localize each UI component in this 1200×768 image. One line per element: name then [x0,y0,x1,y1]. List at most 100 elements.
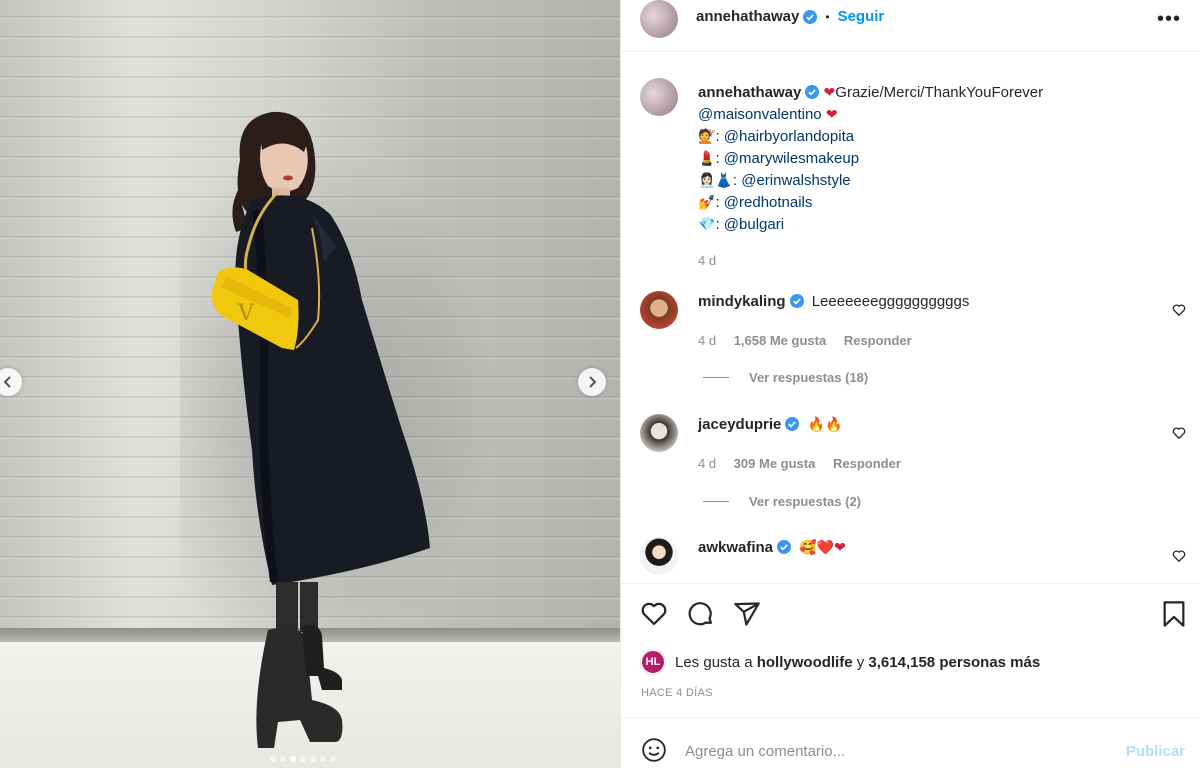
commenter-avatar[interactable] [640,537,678,575]
mention-link[interactable]: @redhotnails [724,194,813,211]
replies-dash [703,377,729,378]
liker-username[interactable]: hollywoodlife [757,654,853,671]
reply-button[interactable]: Responder [833,456,901,471]
header-user-row: annehathaway • Seguir [696,8,884,25]
caption-author-avatar[interactable] [640,78,678,116]
comment-time: 4 d [698,456,717,471]
caption-line: 💇: @hairbyorlandopita [698,126,1043,148]
caption-message: Grazie/Merci/ThankYouForever [835,84,1044,101]
separator-dot: • [825,9,830,24]
verified-badge-icon [789,294,804,308]
carousel-dot [300,756,306,762]
post-header: annehathaway • Seguir ••• [621,0,1200,52]
svg-text:V: V [237,301,255,326]
caption-author-username[interactable]: annehathaway [698,84,801,101]
save-bookmark-icon[interactable] [1161,600,1187,628]
view-replies-label: Ver respuestas (2) [749,494,862,509]
lipstick-emoji: 💄 [698,151,716,167]
add-comment-bar: Publicar [621,718,1200,768]
heart-emoji: ❤ [825,107,838,123]
likes-middle: y [856,653,865,671]
caption-line: 💄: @marywilesmakeup [698,148,1043,170]
mention-link[interactable]: @marywilesmakeup [724,150,859,167]
like-comment-icon[interactable] [1172,549,1186,563]
stylist-emoji: 👩🏻‍💼👗 [698,173,733,189]
verified-badge-icon [803,9,818,24]
author-username[interactable]: annehathaway [696,8,799,25]
follow-button[interactable]: Seguir [838,8,885,25]
more-options-button[interactable]: ••• [1157,8,1181,31]
replies-dash [703,501,729,502]
author-avatar[interactable] [640,0,678,38]
haircut-emoji: 💇 [698,129,716,145]
nail-polish-emoji: 💅 [698,195,716,211]
caption-first-line: annehathaway ❤Grazie/Merci/ThankYouForev… [698,82,1043,104]
emoji-smile-icon[interactable] [641,737,667,763]
comment-likes[interactable]: 309 Me gusta [734,456,816,471]
view-replies-label: Ver respuestas (18) [749,370,869,385]
caption-line-sep: : [715,128,724,145]
commenter-username[interactable]: mindykaling [698,293,786,310]
carousel-dot [270,756,276,762]
commenter-avatar[interactable] [640,291,678,329]
publish-button[interactable]: Publicar [1126,743,1185,760]
caption-time: 4 d [698,253,717,268]
heart-emoji: ❤ [823,85,836,101]
verified-badge-icon [805,85,820,99]
post-timestamp[interactable]: HACE 4 DÍAS [641,687,713,699]
mention-link[interactable]: @hairbyorlandopita [724,128,854,145]
comment-text-row: mindykaling Leeeeeeeggggggggggs [698,293,969,310]
caption-line-sep: : [715,150,724,167]
caption-line-sep: : [715,216,724,233]
carousel-dots [270,756,336,762]
mention-link[interactable]: @bulgari [724,216,784,233]
likes-summary: HL Les gusta a hollywoodlife y 3,614,158… [641,650,1040,674]
view-replies-button[interactable]: Ver respuestas (2) [703,494,861,509]
comment-emojis: 🥰❤️❤ [799,540,846,556]
reply-button[interactable]: Responder [844,333,912,348]
caption-line: 👩🏻‍💼👗: @erinwalshstyle [698,170,1043,192]
like-heart-icon[interactable] [640,600,668,628]
carousel-dot-active [290,756,296,762]
woman-figure-illustration: V [211,111,430,748]
post-actions: HL Les gusta a hollywoodlife y 3,614,158… [621,583,1200,718]
caption-line: @maisonvalentino ❤ [698,104,1043,126]
comment-text-row: awkwafina 🥰❤️❤ [698,539,846,556]
comment-bubble-icon[interactable] [687,600,715,628]
chevron-left-icon [3,376,11,388]
carousel-dot [330,756,336,762]
caption-line: 💅: @redhotnails [698,192,1043,214]
gem-emoji: 💎 [698,217,716,233]
mention-link[interactable]: @erinwalshstyle [741,172,850,189]
verified-badge-icon [785,417,800,431]
chevron-right-icon [589,376,597,388]
fire-emoji: 🔥🔥 [807,417,843,433]
likes-count[interactable]: 3,614,158 personas más [868,654,1040,671]
caption-line-sep: : [732,172,742,189]
comment: mindykaling Leeeeeeeggggggggggs 4 d 1,65… [621,291,1200,351]
comment-meta: 4 d 309 Me gusta Responder [698,456,901,471]
commenter-avatar[interactable] [640,414,678,452]
verified-badge-icon [777,540,792,554]
comment-meta: 4 d 1,658 Me gusta Responder [698,333,912,348]
like-comment-icon[interactable] [1172,426,1186,440]
liker-avatar[interactable]: HL [641,650,665,674]
like-comment-icon[interactable] [1172,303,1186,317]
caption-line-sep: : [715,194,724,211]
share-send-icon[interactable] [733,600,761,628]
comment-input[interactable] [685,737,1105,765]
commenter-username[interactable]: awkwafina [698,539,773,556]
comment: jaceyduprie 🔥🔥 4 d 309 Me gusta Responde… [621,414,1200,474]
carousel-dot [280,756,286,762]
photo-next-button[interactable] [578,368,606,396]
view-replies-button[interactable]: Ver respuestas (18) [703,370,868,385]
comment-text-row: jaceyduprie 🔥🔥 [698,416,842,433]
carousel-dot [310,756,316,762]
comment-likes[interactable]: 1,658 Me gusta [734,333,827,348]
post-photo[interactable]: V [0,0,620,768]
likes-prefix: Les gusta a [675,653,753,671]
carousel-dot [320,756,326,762]
commenter-username[interactable]: jaceyduprie [698,416,781,433]
mention-link[interactable]: @maisonvalentino [698,106,822,123]
comment-text: Leeeeeeeggggggggggs [811,293,970,310]
